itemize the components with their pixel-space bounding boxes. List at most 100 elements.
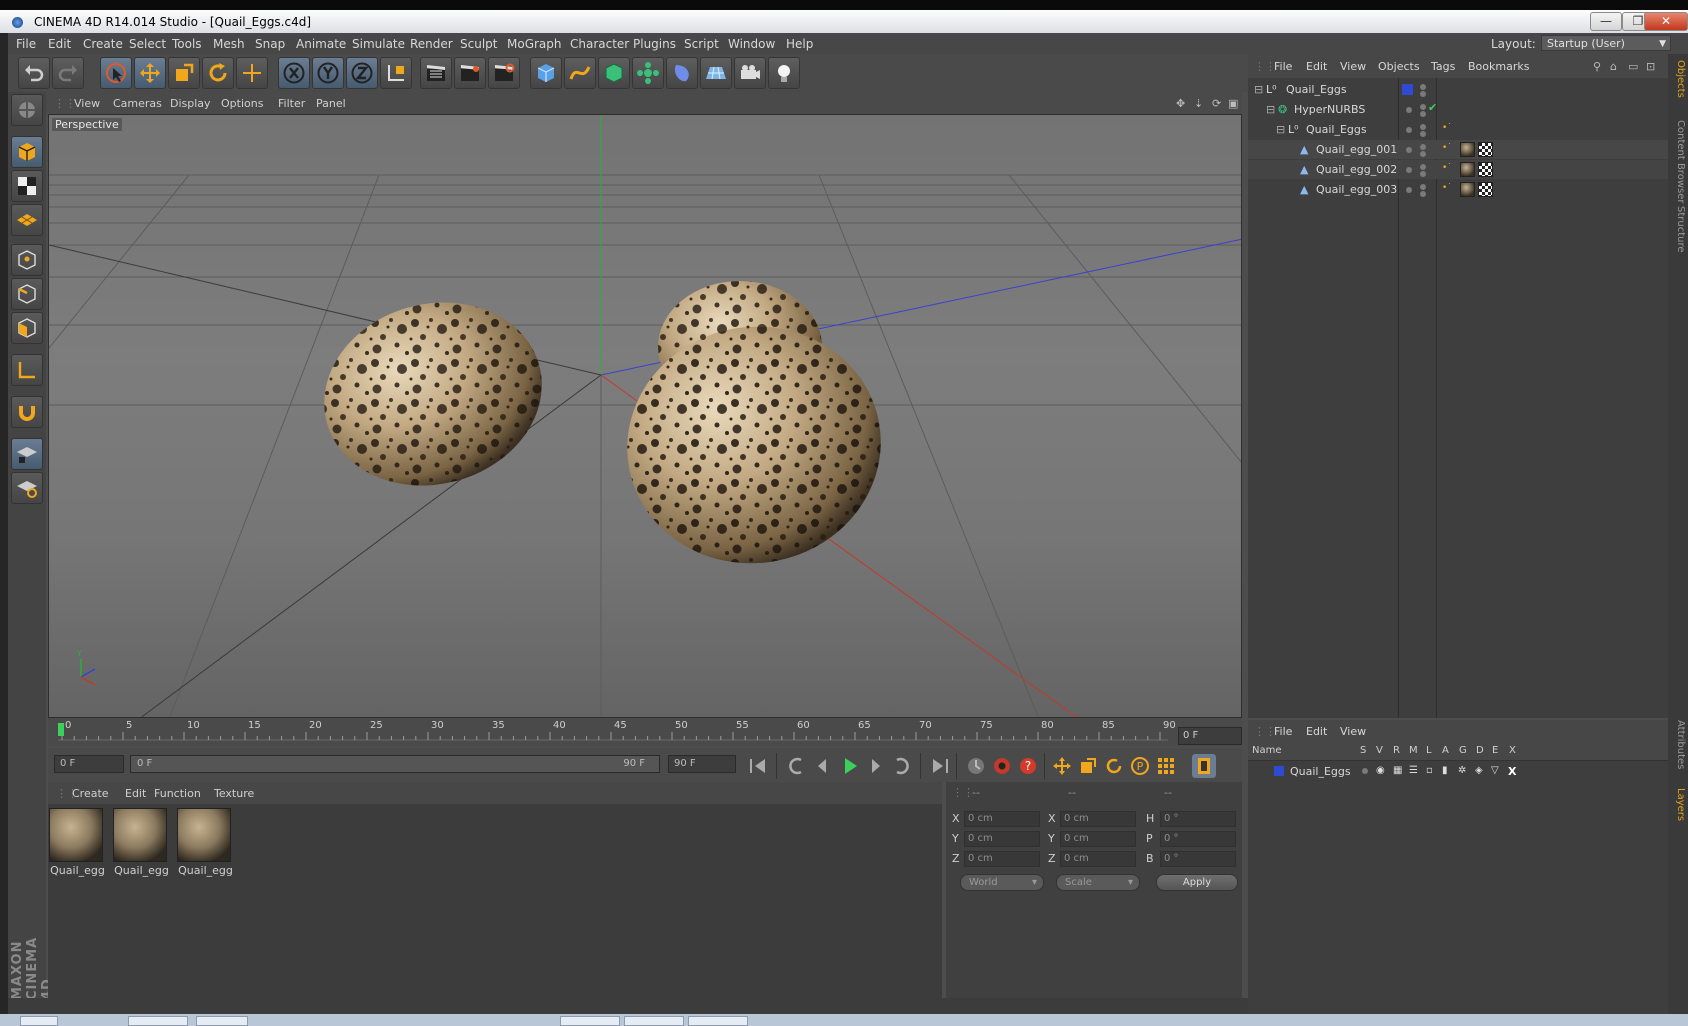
layer-xref-toggle-icon[interactable]: X <box>1508 765 1516 778</box>
menu-plugins[interactable]: Plugins <box>633 37 676 51</box>
redo-icon[interactable] <box>52 57 84 89</box>
material-swatch[interactable]: Quail_egg <box>49 808 106 878</box>
object-name[interactable]: Quail_Eggs <box>1286 83 1347 96</box>
menu-help[interactable]: Help <box>786 37 813 51</box>
viewport-menu-options[interactable]: Options <box>221 97 263 110</box>
light-icon[interactable] <box>768 57 800 89</box>
layer-color-swatch[interactable] <box>1402 84 1413 95</box>
menu-file[interactable]: File <box>16 37 36 51</box>
layer-manager-toggle-icon[interactable]: ☰ <box>1409 765 1418 776</box>
menu-create[interactable]: Create <box>83 37 123 51</box>
layer-col-deformers[interactable]: D <box>1476 745 1484 756</box>
key-rotation-icon[interactable] <box>1102 754 1126 778</box>
home-icon[interactable]: ⌂ <box>1610 60 1617 73</box>
z-axis-lock-icon[interactable] <box>346 57 378 89</box>
phong-tag-icon[interactable]: •˙ <box>1442 183 1452 193</box>
viewport-zoom-icon[interactable]: ⇣ <box>1194 97 1203 110</box>
phong-tag-icon[interactable]: •˙ <box>1442 163 1452 173</box>
material-menu-function[interactable]: Function <box>154 787 201 800</box>
pos-x-field[interactable]: 0 cm <box>964 811 1040 827</box>
viewport-menu-view[interactable]: View <box>74 97 100 110</box>
objects-menu-bookmarks[interactable]: Bookmarks <box>1468 60 1529 73</box>
collapse-icon[interactable]: ⊟ <box>1254 83 1263 96</box>
close-button[interactable]: ✕ <box>1644 12 1688 31</box>
layout-dropdown[interactable]: Startup (User) ▼ <box>1541 35 1671 51</box>
uvw-tag-icon[interactable] <box>1478 162 1493 177</box>
range-slider[interactable]: 0 F 90 F <box>130 755 660 773</box>
objects-menu-file[interactable]: File <box>1274 60 1292 73</box>
phong-tag-icon[interactable]: •˙ <box>1442 143 1452 153</box>
render-view-icon[interactable] <box>420 57 452 89</box>
autokeying-icon[interactable] <box>990 754 1014 778</box>
editor-visibility-dot[interactable] <box>1406 127 1412 133</box>
editor-visibility-dot[interactable] <box>1406 147 1412 153</box>
editor-visibility-dot[interactable] <box>1420 84 1426 90</box>
object-row[interactable]: ⊟ ❂ HyperNURBS ✔ <box>1248 100 1668 119</box>
timeline-layout-icon[interactable] <box>1192 754 1216 778</box>
menu-sculpt[interactable]: Sculpt <box>460 37 497 51</box>
viewport-rotate-icon[interactable]: ⟳ <box>1212 97 1221 110</box>
collapse-icon[interactable]: ⊟ <box>1266 103 1275 116</box>
layer-name[interactable]: Quail_Eggs <box>1290 765 1351 778</box>
editor-visibility-dot[interactable] <box>1420 104 1426 110</box>
material-menu-texture[interactable]: Texture <box>214 787 254 800</box>
material-tag-icon[interactable] <box>1460 182 1475 197</box>
objects-menu-view[interactable]: View <box>1340 60 1366 73</box>
editor-visibility-dot[interactable] <box>1406 107 1412 113</box>
cube-primitive-icon[interactable] <box>530 57 562 89</box>
material-tag-icon[interactable] <box>1460 162 1475 177</box>
minimize-button[interactable]: — <box>1590 12 1622 31</box>
key-scale-icon[interactable] <box>1076 754 1100 778</box>
3d-viewport[interactable]: Perspective Y <box>48 114 1242 718</box>
timeline-ruler[interactable]: 0 5 10 15 20 25 30 35 40 45 50 55 60 65 70 75 80 85 90 <box>48 718 1242 746</box>
rot-p-field[interactable]: 0 ° <box>1160 831 1236 847</box>
floor-icon[interactable] <box>700 57 732 89</box>
size-y-field[interactable]: 0 cm <box>1060 831 1136 847</box>
search-icon[interactable]: ⚲ <box>1593 60 1601 73</box>
layer-row[interactable]: Quail_Eggs ◉ ▦ ☰ ▫ ▮ ✲ ◈ ▽ X <box>1248 762 1668 781</box>
objects-menu-edit[interactable]: Edit <box>1306 60 1327 73</box>
layer-expressions-toggle-icon[interactable]: ▽ <box>1491 765 1499 776</box>
layer-lock-toggle-icon[interactable]: ▫ <box>1426 765 1433 776</box>
collapse-icon[interactable]: ⊟ <box>1276 123 1285 136</box>
nurbs-icon[interactable] <box>598 57 630 89</box>
apply-button[interactable]: Apply <box>1156 874 1238 891</box>
snap-magnet-icon[interactable] <box>11 396 43 428</box>
layer-col-xref[interactable]: X <box>1509 745 1516 756</box>
viewport-menu-display[interactable]: Display <box>170 97 211 110</box>
x-axis-lock-icon[interactable] <box>278 57 310 89</box>
layers-menu-file[interactable]: File <box>1274 725 1292 738</box>
move-icon[interactable] <box>134 57 166 89</box>
material-swatch[interactable]: Quail_egg <box>177 808 234 878</box>
rot-h-field[interactable]: 0 ° <box>1160 811 1236 827</box>
render-visibility-dot[interactable] <box>1420 151 1426 157</box>
size-z-field[interactable]: 0 cm <box>1060 851 1136 867</box>
menu-tools[interactable]: Tools <box>172 37 202 51</box>
previous-frame-icon[interactable] <box>810 754 834 778</box>
deformer-icon[interactable] <box>666 57 698 89</box>
key-parameter-icon[interactable]: P <box>1128 754 1152 778</box>
object-row[interactable]: ▲ Quail_egg_002 •˙ <box>1248 160 1668 179</box>
object-row[interactable]: ⊟ L⁰ Quail_Eggs •˙ <box>1248 120 1668 139</box>
uvw-tag-icon[interactable] <box>1478 182 1493 197</box>
render-visibility-dot[interactable] <box>1420 171 1426 177</box>
previous-key-icon[interactable] <box>784 754 808 778</box>
uvw-tag-icon[interactable] <box>1478 142 1493 157</box>
coordinate-system-icon[interactable] <box>380 57 412 89</box>
editor-visibility-dot[interactable] <box>1420 144 1426 150</box>
go-to-end-icon[interactable] <box>928 754 952 778</box>
workplane-lock-icon[interactable] <box>11 438 43 470</box>
pos-z-field[interactable]: 0 cm <box>964 851 1040 867</box>
viewport-menu-panel[interactable]: Panel <box>316 97 346 110</box>
key-position-icon[interactable] <box>1050 754 1074 778</box>
object-row[interactable]: ▲ Quail_egg_001 •˙ <box>1248 140 1668 159</box>
keyframe-selection-icon[interactable]: ? <box>1016 754 1040 778</box>
editor-visibility-dot[interactable] <box>1420 164 1426 170</box>
new-view-icon[interactable]: ⊡ <box>1646 60 1655 73</box>
size-x-field[interactable]: 0 cm <box>1060 811 1136 827</box>
texture-mode-icon[interactable] <box>11 170 43 202</box>
object-row[interactable]: ⊟ L⁰ Quail_Eggs <box>1248 80 1668 99</box>
phong-tag-icon[interactable]: •˙ <box>1442 123 1452 133</box>
material-swatch[interactable]: Quail_egg <box>113 808 170 878</box>
viewport-move-icon[interactable]: ✥ <box>1176 97 1185 110</box>
